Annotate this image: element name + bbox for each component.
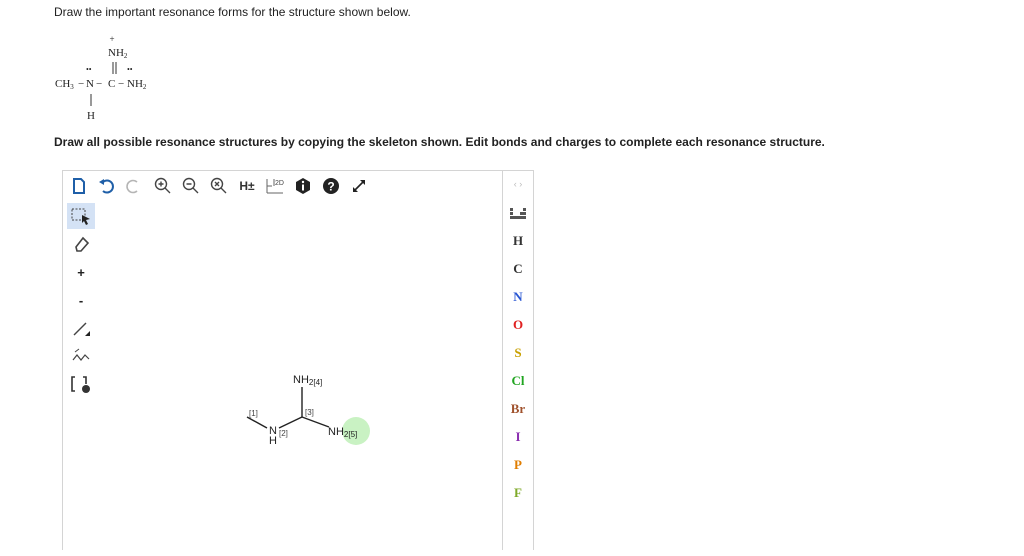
view-2d-button[interactable]: 2D — [263, 174, 287, 198]
svg-text:2D: 2D — [275, 180, 284, 187]
single-bond-icon — [73, 322, 90, 336]
zoom-out-icon — [182, 177, 199, 194]
zoom-out-button[interactable] — [179, 174, 203, 198]
instruction-text: Draw all possible resonance structures b… — [54, 135, 825, 149]
element-n-button[interactable]: N — [503, 289, 533, 305]
element-o-button[interactable]: O — [503, 317, 533, 333]
given-structure: + NH2 •• •• CH3 − N − C − NH2 H — [55, 34, 147, 122]
undo-icon — [99, 179, 114, 194]
bond-1: − — [78, 78, 84, 90]
element-f-button[interactable]: F — [503, 485, 533, 501]
atom-h: H — [269, 435, 277, 447]
help-icon: ? — [323, 178, 339, 194]
eraser-tool[interactable] — [67, 231, 95, 257]
element-br-button[interactable]: Br — [503, 401, 533, 417]
left-toolbar: + - — [63, 201, 99, 550]
element-c-button[interactable]: C — [503, 261, 533, 277]
element-s-button[interactable]: S — [503, 345, 533, 361]
bottom-hydrogen: H — [87, 110, 95, 122]
eraser-icon — [75, 236, 90, 252]
periodic-table-icon — [510, 208, 526, 219]
lone-pair-n: •• — [86, 65, 92, 74]
element-h-button[interactable]: H — [503, 233, 533, 249]
expand-icon — [353, 180, 365, 192]
drawing-canvas[interactable]: NH2[4] [1] N H [2] [3] NH2[5] — [99, 201, 503, 550]
atom-index-2: [2] — [279, 429, 288, 438]
new-document-button[interactable] — [67, 174, 91, 198]
atom-index-1: [1] — [249, 409, 258, 418]
redo-button[interactable] — [121, 174, 145, 198]
select-tool[interactable] — [67, 203, 95, 229]
info-icon — [296, 178, 310, 194]
bracket-tool[interactable] — [67, 371, 95, 397]
bond-n-c — [278, 416, 303, 429]
carbon-atom: C — [108, 78, 115, 90]
lasso-select-icon — [71, 208, 90, 225]
top-toolbar: H± 2D ? — [63, 171, 493, 201]
atom-index-3: [3] — [305, 408, 314, 417]
fullscreen-button[interactable] — [347, 174, 371, 198]
zoom-reset-button[interactable] — [207, 174, 231, 198]
document-icon — [73, 178, 85, 194]
right-nh2: NH2 — [127, 78, 147, 91]
help-button[interactable]: ? — [319, 174, 343, 198]
palette-arrows-icon[interactable]: ‹ › — [503, 179, 533, 189]
top-nh2: NH2 — [108, 47, 128, 60]
redo-icon — [126, 179, 138, 194]
lone-pair-nh2: •• — [127, 65, 133, 74]
plus-charge: + — [109, 34, 114, 44]
zoom-in-icon — [154, 177, 171, 194]
negative-charge-tool[interactable]: - — [67, 287, 95, 313]
element-p-button[interactable]: P — [503, 457, 533, 473]
toggle-hydrogens-button[interactable]: H± — [235, 174, 259, 198]
question-prompt: Draw the important resonance forms for t… — [54, 5, 411, 19]
periodic-table-button[interactable] — [510, 207, 526, 225]
positive-charge-tool[interactable]: + — [67, 259, 95, 285]
skeleton-molecule: NH2[4] [1] N H [2] [3] NH2[5] — [246, 374, 370, 447]
chain-icon — [72, 348, 90, 361]
bond-c-nh2-right — [301, 416, 330, 428]
nitrogen-atom: N — [86, 78, 94, 90]
chain-tool[interactable] — [67, 343, 95, 369]
undo-button[interactable] — [95, 174, 119, 198]
bond-tool[interactable] — [67, 315, 95, 341]
methyl-group: CH3 — [55, 78, 74, 91]
bracket-icon — [71, 376, 90, 393]
drawing-editor: H± 2D ? + - NH2[4] [1] N H [2] [3] NH2[5… — [62, 170, 534, 550]
zoom-in-button[interactable] — [151, 174, 175, 198]
bond-3: − — [118, 78, 124, 90]
element-i-button[interactable]: I — [503, 429, 533, 445]
element-cl-button[interactable]: Cl — [503, 373, 533, 389]
svg-text:?: ? — [327, 180, 334, 194]
zoom-reset-icon — [210, 177, 227, 194]
bond-2: − — [96, 78, 102, 90]
atom-nh2-top: NH2[4] — [293, 374, 322, 387]
bond-methyl-n — [246, 416, 268, 429]
view-2d-icon: 2D — [266, 179, 284, 194]
element-palette: ‹ › H C N O S Cl Br I P F — [502, 171, 533, 550]
info-button[interactable] — [291, 174, 315, 198]
